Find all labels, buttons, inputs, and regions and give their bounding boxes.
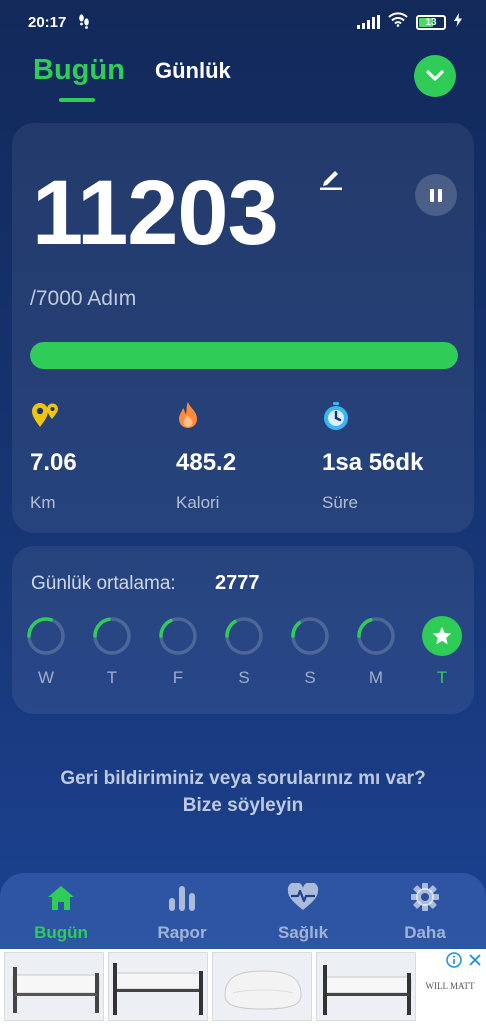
ad-close-icon[interactable] xyxy=(468,953,482,972)
ad-brand-logo: WILL MATT xyxy=(425,981,475,991)
step-progress-fill xyxy=(30,342,458,369)
signal-icon xyxy=(357,15,380,29)
ad-info-icon[interactable] xyxy=(446,952,462,973)
day-progress-6[interactable]: T xyxy=(422,616,462,688)
duration-stat: 1sa 56dk Süre xyxy=(322,401,462,513)
battery-icon: 13 xyxy=(416,14,446,30)
daily-average-label: Günlük ortalama: xyxy=(31,573,176,594)
step-goal: /7000 Adım xyxy=(30,287,137,310)
footsteps-icon xyxy=(78,13,90,32)
ad-product-image[interactable] xyxy=(212,952,312,1021)
duration-unit: Süre xyxy=(322,493,358,512)
day-label: T xyxy=(106,668,118,687)
day-ring xyxy=(27,617,65,655)
day-ring xyxy=(159,617,197,655)
flame-icon xyxy=(176,401,316,431)
feedback-question: Geri bildiriminiz veya sorularınız mı va… xyxy=(60,768,426,789)
step-count: 11203 xyxy=(32,162,279,264)
step-progress-bar xyxy=(30,342,458,369)
pause-button[interactable] xyxy=(415,174,457,216)
day-ring xyxy=(225,617,263,655)
calories-unit: Kalori xyxy=(176,493,220,512)
edit-icon[interactable] xyxy=(318,165,344,196)
day-label: M xyxy=(368,668,384,687)
calories-value: 485.2 xyxy=(176,449,237,476)
bar-chart-icon xyxy=(132,881,232,911)
bottom-navigation: Bugün Rapor Sağlık Daha xyxy=(0,873,486,949)
day-label: T xyxy=(436,668,448,687)
weekly-card[interactable]: Günlük ortalama: 2777 W T F S S M T xyxy=(12,546,474,714)
nav-health[interactable]: Sağlık xyxy=(253,881,353,943)
nav-report[interactable]: Rapor xyxy=(132,881,232,943)
star-icon xyxy=(422,616,462,656)
day-label: S xyxy=(304,668,316,687)
calories-stat: 485.2 Kalori xyxy=(176,401,316,513)
day-progress-1[interactable]: T xyxy=(92,616,132,688)
wifi-icon xyxy=(388,12,408,32)
distance-value: 7.06 xyxy=(30,449,77,476)
distance-stat: 7.06 Km xyxy=(30,401,170,513)
nav-health-label: Sağlık xyxy=(277,923,329,942)
chevron-down-icon xyxy=(426,70,444,81)
charging-icon xyxy=(454,12,462,32)
distance-unit: Km xyxy=(30,493,56,512)
ad-banner[interactable]: WILL MATT xyxy=(0,949,486,1024)
ad-product-image[interactable] xyxy=(108,952,208,1021)
tab-daily[interactable]: Günlük xyxy=(155,58,231,84)
battery-level: 13 xyxy=(425,16,437,28)
day-ring xyxy=(357,617,395,655)
ad-product-image[interactable] xyxy=(316,952,416,1021)
dropdown-button[interactable] xyxy=(414,55,456,97)
day-progress-0[interactable]: W xyxy=(26,616,66,688)
feedback-link[interactable]: Geri bildiriminiz veya sorularınız mı va… xyxy=(20,766,466,819)
day-ring xyxy=(291,617,329,655)
nav-today-label: Bugün xyxy=(34,923,88,942)
feedback-cta: Bize söyleyin xyxy=(182,794,304,816)
day-ring xyxy=(93,617,131,655)
pause-icon xyxy=(430,188,434,202)
daily-average-value: 2777 xyxy=(215,572,260,594)
gear-icon xyxy=(375,881,475,911)
day-label: F xyxy=(172,668,184,687)
heart-pulse-icon xyxy=(253,881,353,911)
status-bar: 20:17 13 xyxy=(0,0,486,46)
active-tab-indicator xyxy=(59,98,95,102)
nav-more[interactable]: Daha xyxy=(375,881,475,943)
day-progress-4[interactable]: S xyxy=(290,616,330,688)
stopwatch-icon xyxy=(322,401,462,431)
home-icon xyxy=(11,881,111,911)
ad-product-image[interactable] xyxy=(4,952,104,1021)
status-time: 20:17 xyxy=(28,14,67,31)
steps-card: 11203 /7000 Adım 7.06 Km 485.2 Kalori 1s… xyxy=(12,123,474,533)
day-progress-3[interactable]: S xyxy=(224,616,264,688)
tab-today[interactable]: Bugün xyxy=(33,54,125,87)
day-label: W xyxy=(37,668,55,687)
nav-more-label: Daha xyxy=(404,923,446,942)
day-label: S xyxy=(238,668,250,687)
day-progress-5[interactable]: M xyxy=(356,616,396,688)
location-pins-icon xyxy=(30,401,170,431)
nav-report-label: Rapor xyxy=(157,923,207,942)
day-progress-2[interactable]: F xyxy=(158,616,198,688)
nav-today[interactable]: Bugün xyxy=(11,881,111,943)
duration-value: 1sa 56dk xyxy=(322,449,424,476)
